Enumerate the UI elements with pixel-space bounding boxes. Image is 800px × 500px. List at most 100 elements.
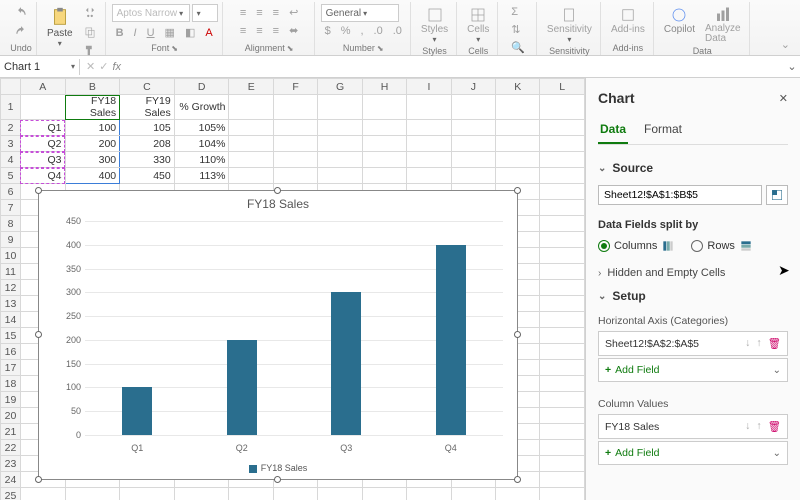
close-pane-button[interactable]: ✕ [779, 92, 788, 105]
bold-button[interactable]: B [112, 25, 128, 41]
font-launcher[interactable]: ⬊ [171, 44, 178, 53]
expand-formula-bar[interactable]: ⌄ [784, 60, 800, 73]
autosum-button[interactable]: Σ [507, 4, 522, 20]
sort-button[interactable]: ⇅ [507, 21, 524, 38]
wrap-text-button[interactable]: ↩ [285, 4, 302, 21]
italic-button[interactable]: I [130, 25, 141, 41]
redo-button[interactable] [10, 23, 32, 41]
chart-bar[interactable] [436, 245, 466, 435]
find-button[interactable]: 🔍 [507, 39, 529, 56]
group-label-alignment: Alignment [245, 43, 285, 53]
resize-handle[interactable] [274, 187, 281, 194]
y-tick-label: 200 [53, 335, 81, 345]
number-format-combo[interactable]: General ▾ [321, 4, 399, 22]
group-label-number: Number [343, 43, 375, 53]
paste-label: Paste [47, 28, 73, 39]
move-up-icon[interactable]: ↑ [756, 420, 761, 433]
resize-handle[interactable] [514, 476, 521, 483]
resize-handle[interactable] [274, 476, 281, 483]
border-button[interactable]: ▦ [161, 24, 179, 41]
hidden-empty-cells-link[interactable]: ›Hidden and Empty Cells [598, 263, 788, 283]
sensitivity-btn-label: Sensitivity [547, 24, 592, 35]
sensitivity-button[interactable]: Sensitivity▾ [543, 4, 596, 46]
move-up-icon[interactable]: ↑ [756, 337, 761, 350]
chart-legend[interactable]: FY18 Sales [39, 463, 517, 473]
setup-head-label: Setup [612, 289, 645, 303]
align-bottom-button[interactable]: ≡ [269, 5, 283, 21]
resize-handle[interactable] [514, 187, 521, 194]
number-launcher[interactable]: ⬊ [377, 44, 384, 53]
radio-columns[interactable]: Columns [598, 239, 675, 253]
ribbon-group-cells: Cells▾ Cells [459, 2, 498, 55]
rows-icon [739, 239, 753, 253]
font-size-combo[interactable]: ▾ [192, 4, 218, 22]
move-down-icon[interactable]: ↓ [745, 420, 750, 433]
accept-formula-icon[interactable]: ✓ [99, 60, 108, 73]
x-tick-label: Q2 [236, 443, 248, 453]
ribbon-group-clipboard: Paste ▾ Clipboard⬊ [39, 2, 106, 55]
resize-handle[interactable] [35, 476, 42, 483]
tab-data[interactable]: Data [598, 116, 628, 144]
underline-button[interactable]: U [143, 25, 159, 41]
source-section-toggle[interactable]: ⌄Source [598, 161, 788, 175]
tab-format[interactable]: Format [642, 116, 684, 144]
add-column-value-button[interactable]: +Add Field⌄ [598, 441, 788, 465]
align-top-button[interactable]: ≡ [236, 5, 250, 21]
collapse-ribbon-button[interactable]: ⌄ [777, 36, 794, 53]
ribbon-group-number: General ▾ $ % , .0 .0 Number⬊ [317, 2, 411, 55]
chart-bar[interactable] [227, 340, 257, 435]
resize-handle[interactable] [35, 331, 42, 338]
y-tick-label: 400 [53, 240, 81, 250]
alignment-launcher[interactable]: ⬊ [287, 44, 294, 53]
cells-button[interactable]: Cells▾ [463, 4, 493, 46]
cancel-formula-icon[interactable]: ✕ [86, 60, 95, 73]
align-center-button[interactable]: ≡ [252, 23, 266, 39]
select-range-button[interactable] [766, 185, 788, 205]
hidden-cells-label: Hidden and Empty Cells [607, 267, 725, 279]
delete-field-icon[interactable]: 🗑 [768, 337, 781, 350]
ribbon-group-analyze: Copilot AnalyzeData Data [656, 2, 750, 55]
align-left-button[interactable]: ≡ [236, 23, 250, 39]
chart-bar[interactable] [331, 292, 361, 435]
resize-handle[interactable] [35, 187, 42, 194]
cut-button[interactable] [79, 4, 101, 22]
align-right-button[interactable]: ≡ [269, 23, 283, 39]
fill-color-button[interactable]: ◧ [181, 24, 199, 41]
analyze-data-button[interactable]: AnalyzeData [701, 4, 745, 46]
setup-section-toggle[interactable]: ⌄ Setup [598, 289, 788, 303]
name-box[interactable]: Chart 1▾ [0, 59, 80, 75]
radio-rows[interactable]: Rows [691, 239, 753, 253]
worksheet-grid[interactable]: ABCDEFGHIJKL1FY18 SalesFY19 Sales% Growt… [0, 78, 585, 500]
increase-decimal-button[interactable]: .0 [370, 23, 387, 39]
y-tick-label: 50 [53, 406, 81, 416]
percent-button[interactable]: % [337, 23, 355, 39]
move-down-icon[interactable]: ↓ [745, 337, 750, 350]
haxis-field[interactable]: Sheet12!$A$2:$A$5 ↓↑🗑 [598, 331, 788, 356]
fx-icon[interactable]: fx [112, 61, 121, 73]
source-range-input[interactable] [598, 185, 762, 205]
decrease-decimal-button[interactable]: .0 [389, 23, 406, 39]
align-middle-button[interactable]: ≡ [252, 5, 266, 21]
font-color-button[interactable]: A [201, 25, 216, 41]
copy-button[interactable] [79, 23, 101, 41]
chart-bar[interactable] [122, 387, 152, 435]
column-value-field[interactable]: FY18 Sales ↓↑🗑 [598, 414, 788, 439]
chevron-down-icon: ⌄ [598, 291, 606, 302]
addins-button[interactable]: Add-ins [607, 4, 649, 37]
group-label-data: Data [693, 46, 712, 56]
merge-button[interactable]: ⬌ [285, 22, 302, 39]
add-haxis-field-button[interactable]: +Add Field⌄ [598, 358, 788, 382]
source-head-label: Source [612, 161, 653, 175]
resize-handle[interactable] [514, 331, 521, 338]
copilot-button[interactable]: Copilot [660, 4, 699, 37]
styles-button[interactable]: Styles▾ [417, 4, 452, 46]
delete-field-icon[interactable]: 🗑 [768, 420, 781, 433]
currency-button[interactable]: $ [321, 23, 335, 39]
paste-button[interactable]: Paste ▾ [43, 4, 77, 50]
font-name-combo[interactable]: Aptos Narrow ▾ [112, 4, 190, 22]
chart-title[interactable]: FY18 Sales [39, 191, 517, 213]
undo-button[interactable] [10, 4, 32, 22]
chart-object[interactable]: FY18 Sales 050100150200250300350400450Q1… [38, 190, 518, 480]
comma-button[interactable]: , [356, 23, 367, 39]
chart-plot-area[interactable]: 050100150200250300350400450Q1Q2Q3Q4 [85, 221, 503, 435]
